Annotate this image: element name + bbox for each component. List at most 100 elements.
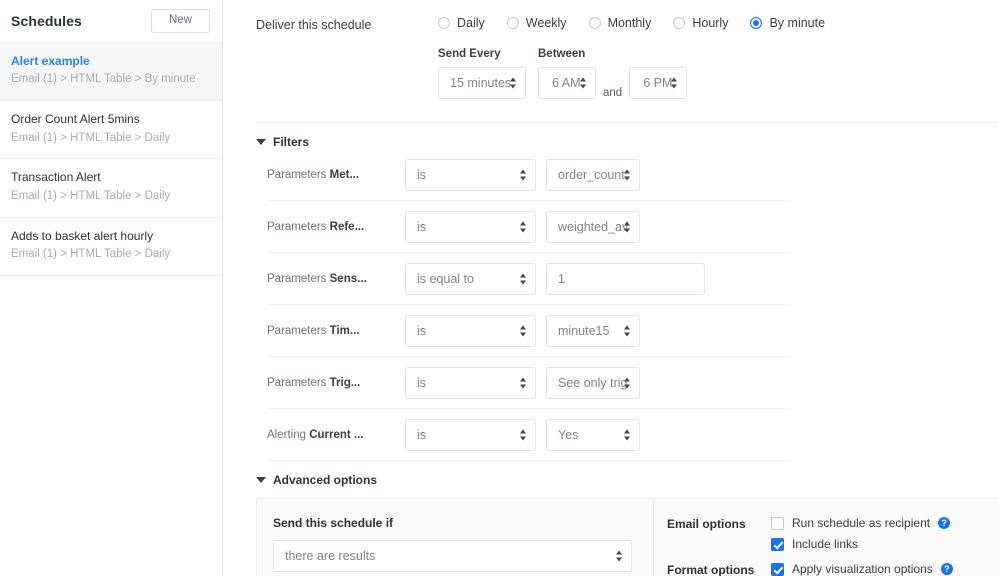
- email-options-checkboxes: Run schedule as recipient? Include links: [771, 516, 951, 551]
- filter-value-text: weighted_av: [558, 219, 629, 234]
- schedule-item-meta: Email (1) > HTML Table > By minute: [11, 73, 196, 86]
- filter-value-select[interactable]: Yes: [546, 418, 640, 451]
- help-icon[interactable]: ?: [938, 517, 951, 529]
- send-every-between-row: Send Every 15 minutes Between 6 AM and 6…: [223, 32, 999, 104]
- filter-operator-value: is: [417, 375, 427, 390]
- filter-value-select[interactable]: order_count: [546, 158, 640, 191]
- chevron-updown-icon: [624, 428, 631, 441]
- send-every-select[interactable]: 15 minutes: [438, 67, 526, 99]
- chevron-updown-icon: [520, 220, 527, 233]
- chevron-updown-icon: [510, 77, 517, 90]
- option-checkbox-row[interactable]: Run schedule as recipient?: [771, 516, 951, 530]
- option-checkbox-label: Include links: [792, 537, 859, 551]
- between-end-select[interactable]: 6 PM: [629, 67, 688, 99]
- filter-controls: is weighted_av: [405, 210, 640, 243]
- checkbox-icon[interactable]: [771, 537, 784, 551]
- email-options-row: Email options Run schedule as recipient?…: [667, 516, 987, 551]
- chevron-updown-icon: [520, 324, 527, 337]
- schedule-list-item[interactable]: Adds to basket alert hourly Email (1) > H…: [0, 217, 222, 276]
- chevron-updown-icon: [616, 550, 623, 563]
- chevron-updown-icon: [624, 376, 631, 389]
- filter-label-field: Current ...: [309, 428, 364, 441]
- filter-controls: is See only trig: [405, 366, 640, 399]
- options-block: Email options Run schedule as recipient?…: [654, 499, 999, 576]
- cadence-radio-by-minute[interactable]: By minute: [750, 16, 825, 30]
- send-every-field: Send Every 15 minutes: [438, 48, 526, 104]
- filter-value-text: Yes: [558, 427, 579, 442]
- deliver-schedule-label: Deliver this schedule: [256, 18, 372, 32]
- filter-value-text: order_count: [558, 167, 625, 182]
- cadence-radio-label: Daily: [457, 16, 485, 30]
- schedule-item-name: Transaction Alert: [11, 170, 101, 185]
- deliver-schedule-row: Deliver this schedule Daily Weekly Monthly…: [223, 0, 999, 32]
- filter-operator-select[interactable]: is: [405, 366, 536, 399]
- filter-label-field: Sens...: [329, 272, 367, 285]
- cadence-radio-daily[interactable]: Daily: [438, 16, 485, 30]
- filter-operator-select[interactable]: is: [405, 210, 536, 243]
- chevron-updown-icon: [520, 376, 527, 389]
- schedule-list-item[interactable]: Order Count Alert 5mins Email (1) > HTML …: [0, 101, 222, 160]
- option-checkbox-row[interactable]: Apply visualization options?: [771, 562, 953, 576]
- format-options-label: Format options: [667, 563, 755, 576]
- new-schedule-button[interactable]: New: [150, 9, 210, 33]
- send-if-select[interactable]: there are results: [273, 540, 632, 572]
- filter-field-label: Alerting Current ...: [267, 429, 405, 441]
- help-icon[interactable]: ?: [940, 563, 953, 575]
- between-field: Between 6 AM and 6 PM: [538, 48, 688, 104]
- cadence-radio-label: Monthly: [607, 16, 652, 30]
- option-checkbox-row[interactable]: Include links: [771, 537, 950, 551]
- filter-value-text: minute15: [558, 323, 610, 338]
- between-label: Between: [538, 48, 586, 60]
- filter-value-select[interactable]: minute15: [546, 314, 640, 347]
- advanced-section-toggle[interactable]: Advanced options: [223, 461, 999, 487]
- option-checkbox-label: Run schedule as recipient: [792, 516, 931, 530]
- chevron-updown-icon: [580, 77, 587, 90]
- cadence-radio-group: Daily Weekly Monthly Hourly By minute: [438, 14, 825, 32]
- filter-value-select[interactable]: See only trig: [546, 366, 640, 399]
- filter-operator-select[interactable]: is: [405, 418, 536, 451]
- page-title: Schedules: [11, 13, 82, 29]
- filter-row: Parameters Trig... is See only trig: [267, 357, 790, 409]
- filter-value-select[interactable]: weighted_av: [546, 210, 640, 243]
- send-every-value: 15 minutes: [450, 76, 512, 90]
- filter-label-field: Met...: [329, 168, 360, 181]
- filters-section-toggle[interactable]: Filters: [223, 123, 999, 149]
- filter-field-label: Parameters Met...: [267, 169, 405, 181]
- schedule-list-item[interactable]: Alert example Email (1) > HTML Table > By…: [0, 43, 222, 102]
- filter-row: Parameters Tim... is minute15: [267, 305, 790, 357]
- between-end-value: 6 PM: [643, 76, 673, 90]
- caret-down-icon: [256, 477, 266, 483]
- filters-section-title: Filters: [273, 135, 310, 149]
- schedules-sidebar: Schedules New Alert example Email (1) > H…: [0, 0, 223, 576]
- filter-operator-value: is: [417, 427, 427, 442]
- chevron-updown-icon: [624, 324, 631, 337]
- filter-field-label: Parameters Sens...: [267, 273, 405, 285]
- between-and-label: and: [603, 87, 623, 99]
- filter-operator-select[interactable]: is: [405, 158, 536, 191]
- filter-operator-value: is equal to: [417, 271, 474, 286]
- filter-controls: is Yes: [405, 418, 640, 451]
- checkbox-icon[interactable]: [771, 516, 784, 530]
- cadence-radio-monthly[interactable]: Monthly: [588, 16, 652, 30]
- filter-value-input[interactable]: [546, 262, 705, 295]
- cadence-radio-hourly[interactable]: Hourly: [673, 16, 728, 30]
- filter-operator-select[interactable]: is equal to: [405, 262, 536, 295]
- between-start-select[interactable]: 6 AM: [538, 67, 596, 99]
- chevron-updown-icon: [624, 220, 631, 233]
- option-checkbox-label: Apply visualization options: [792, 562, 933, 576]
- filter-controls: is order_count: [405, 158, 640, 191]
- caret-down-icon: [256, 139, 266, 145]
- schedule-list-item[interactable]: Transaction Alert Email (1) > HTML Table …: [0, 159, 222, 218]
- schedule-item-name: Adds to basket alert hourly: [11, 228, 154, 243]
- filter-operator-select[interactable]: is: [405, 314, 536, 347]
- checkbox-icon[interactable]: [771, 562, 784, 576]
- send-every-label: Send Every: [438, 48, 501, 60]
- schedules-list: Alert example Email (1) > HTML Table > By…: [0, 43, 222, 276]
- chevron-updown-icon: [624, 168, 631, 181]
- schedule-item-name: Order Count Alert 5mins: [11, 112, 140, 127]
- cadence-radio-weekly[interactable]: Weekly: [506, 16, 567, 30]
- filter-controls: is equal to: [405, 262, 705, 295]
- filter-row: Parameters Refe... is weighted_av: [267, 201, 790, 253]
- filter-field-label: Parameters Refe...: [267, 221, 405, 233]
- filter-value-text: See only trig: [558, 375, 628, 390]
